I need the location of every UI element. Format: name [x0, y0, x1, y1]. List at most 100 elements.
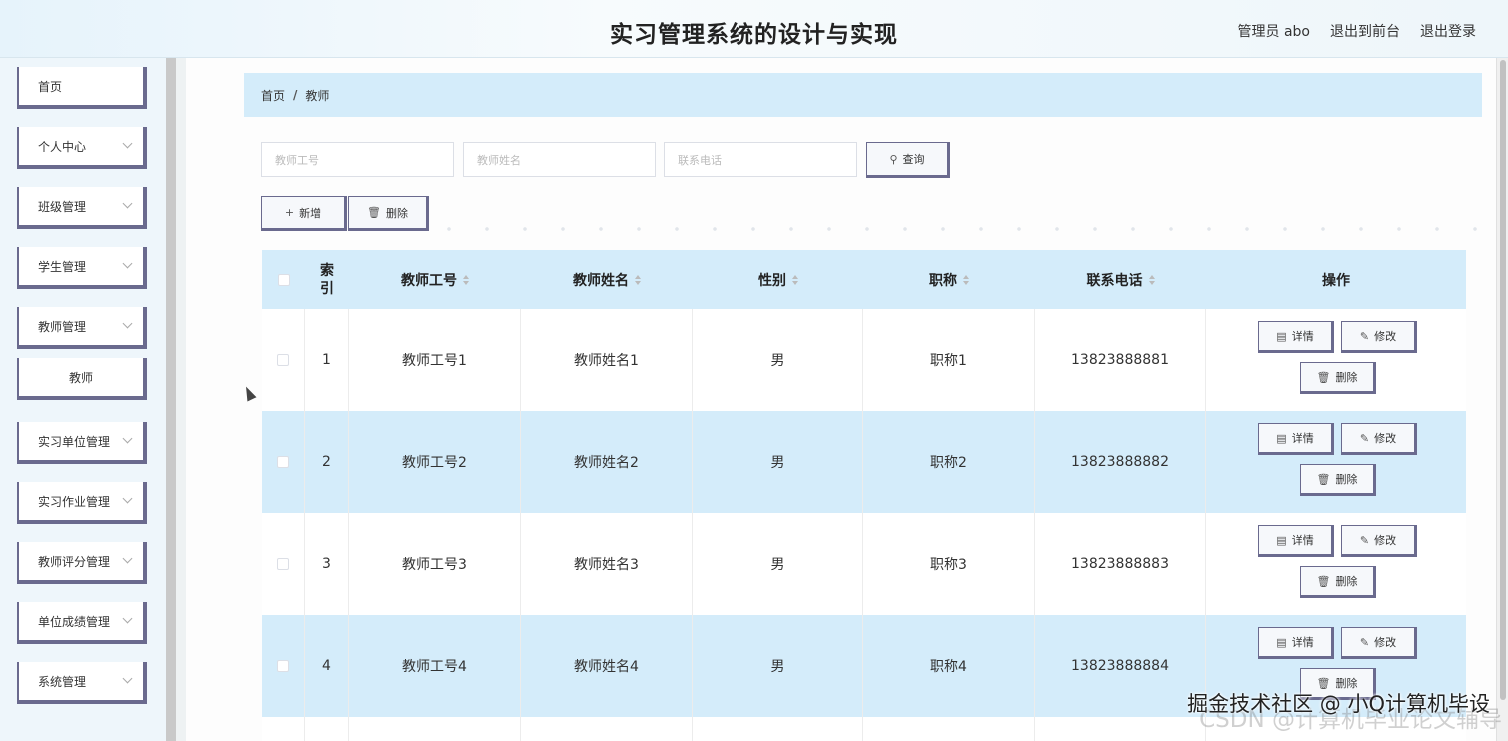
trash-icon: 🗑 — [367, 206, 381, 219]
logout-link[interactable]: 退出登录 — [1420, 21, 1476, 41]
row-phone: 13823888884 — [1035, 615, 1206, 717]
row-checkbox[interactable] — [277, 558, 289, 570]
chevron-down-icon — [122, 258, 133, 269]
row-ops: ▤ 详情 ✎ 修改 🗑 删除 — [1206, 309, 1466, 411]
current-user: 管理员 abo — [1237, 24, 1310, 40]
edit-button[interactable]: ✎ 修改 — [1341, 627, 1417, 659]
row-checkbox[interactable] — [277, 456, 289, 468]
row-check-cell — [262, 615, 305, 717]
chevron-down-icon — [122, 493, 133, 504]
header-sex[interactable]: 性别 — [693, 250, 863, 309]
breadcrumb: 首页 / 教师 — [244, 73, 1482, 117]
back-to-front-link[interactable]: 退出到前台 — [1330, 21, 1400, 41]
breadcrumb-current: 教师 — [305, 88, 330, 103]
row-teacher-name: 教师姓名4 — [521, 615, 693, 717]
sidebar-item-unit-grade-management[interactable]: 单位成绩管理 — [17, 602, 147, 644]
sidebar-item-personal-center[interactable]: 个人中心 — [17, 127, 147, 169]
sort-icon[interactable] — [963, 274, 969, 285]
page-scrollbar[interactable] — [1496, 58, 1508, 741]
teacher-no-search-input[interactable]: 教师工号 — [261, 142, 454, 177]
sidebar-subitem-teacher[interactable]: 教师 — [17, 358, 147, 400]
decorative-dots — [430, 227, 1490, 231]
row-ops: ▤ 详情 ✎ 修改 🗑 删除 — [1206, 513, 1466, 615]
edit-button[interactable]: ✎ 修改 — [1341, 321, 1417, 353]
trash-icon: 🗑 — [1316, 472, 1331, 486]
document-icon: ▤ — [1276, 431, 1287, 445]
chevron-down-icon — [122, 673, 133, 684]
sidebar-item-label: 教师评分管理 — [38, 554, 111, 569]
document-icon: ▤ — [1276, 635, 1287, 649]
row-checkbox[interactable] — [277, 660, 289, 672]
delete-button[interactable]: 🗑 删除 — [1300, 362, 1376, 394]
row-checkbox[interactable] — [277, 354, 289, 366]
header-index-label: 索引 — [320, 262, 334, 297]
detail-label: 详情 — [1291, 534, 1314, 547]
edit-button[interactable]: ✎ 修改 — [1341, 525, 1417, 557]
row-sex: 男 — [693, 309, 863, 411]
document-icon: ▤ — [1276, 533, 1287, 547]
sidebar-item-label: 单位成绩管理 — [38, 614, 111, 629]
sort-icon[interactable] — [1148, 274, 1155, 285]
scrollbar-thumb[interactable] — [1500, 60, 1506, 700]
header-label: 教师工号 — [401, 272, 457, 289]
delete-button[interactable]: 🗑 删除 — [1300, 464, 1376, 496]
add-button[interactable]: + 新增 — [261, 196, 347, 231]
sidebar-item-teacher-score-management[interactable]: 教师评分管理 — [17, 542, 147, 584]
teacher-name-search-input[interactable]: 教师姓名 — [463, 142, 656, 177]
detail-button[interactable]: ▤ 详情 — [1258, 321, 1334, 353]
edit-button[interactable]: ✎ 修改 — [1341, 423, 1417, 455]
header-ops: 操作 — [1206, 250, 1466, 309]
sort-icon[interactable] — [463, 274, 469, 285]
sidebar-item-label: 教师 — [68, 370, 93, 385]
sidebar-item-home[interactable]: 首页 — [17, 67, 147, 109]
phone-search-input[interactable]: 联系电话 — [664, 142, 857, 177]
header-phone[interactable]: 联系电话 — [1035, 250, 1206, 309]
sort-icon[interactable] — [792, 274, 798, 285]
row-title: 职称3 — [863, 513, 1035, 615]
bulk-delete-button[interactable]: 🗑 删除 — [348, 196, 429, 231]
row-teacher-no: 教师工号1 — [349, 309, 521, 411]
delete-label: 删除 — [1335, 575, 1358, 588]
table-row: 2 教师工号2 教师姓名2 男 职称2 13823888882 ▤ 详情 ✎ 修改 … — [262, 411, 1466, 513]
row-check-cell — [262, 513, 305, 615]
delete-label: 删除 — [1335, 473, 1358, 486]
row-title: 职称1 — [863, 309, 1035, 411]
sidebar-item-class-management[interactable]: 班级管理 — [17, 187, 147, 229]
delete-label: 删除 — [1335, 371, 1358, 384]
detail-button[interactable]: ▤ 详情 — [1258, 525, 1334, 557]
sidebar-item-teacher-management[interactable]: 教师管理 — [17, 307, 147, 349]
header-label: 教师姓名 — [573, 272, 629, 289]
row-teacher-name: 教师姓名3 — [521, 513, 693, 615]
query-button[interactable]: ⚲ 查询 — [866, 142, 950, 178]
row-title-cell — [863, 717, 1035, 741]
row-teacher-name-cell — [521, 717, 693, 741]
delete-button[interactable]: 🗑 删除 — [1300, 566, 1376, 598]
edit-label: 修改 — [1374, 534, 1397, 547]
row-check-cell — [262, 717, 305, 741]
query-button-label: 查询 — [902, 153, 925, 166]
pencil-icon: ✎ — [1359, 431, 1370, 445]
header-teacher-name[interactable]: 教师姓名 — [521, 250, 693, 309]
header-label: 联系电话 — [1086, 272, 1143, 289]
select-all-checkbox[interactable] — [277, 273, 290, 286]
row-title: 职称4 — [863, 615, 1035, 717]
row-sex-cell — [693, 717, 863, 741]
sidebar-item-label: 系统管理 — [38, 674, 87, 689]
sidebar-item-system-management[interactable]: 系统管理 — [17, 662, 147, 704]
edit-label: 修改 — [1374, 330, 1397, 343]
header-teacher-no[interactable]: 教师工号 — [349, 250, 521, 309]
sidebar-item-student-management[interactable]: 学生管理 — [17, 247, 147, 289]
add-button-label: 新增 — [299, 206, 322, 220]
sidebar-item-internship-homework-management[interactable]: 实习作业管理 — [17, 482, 147, 524]
header-title[interactable]: 职称 — [863, 250, 1035, 309]
sidebar-item-internship-unit-management[interactable]: 实习单位管理 — [17, 422, 147, 464]
breadcrumb-home[interactable]: 首页 — [261, 87, 285, 104]
row-sex: 男 — [693, 615, 863, 717]
chevron-down-icon — [122, 198, 133, 209]
row-teacher-name: 教师姓名1 — [521, 309, 693, 411]
row-teacher-name: 教师姓名2 — [521, 411, 693, 513]
detail-button[interactable]: ▤ 详情 — [1258, 627, 1334, 659]
sort-icon[interactable] — [635, 274, 641, 285]
detail-button[interactable]: ▤ 详情 — [1258, 423, 1334, 455]
sidebar-item-label: 实习作业管理 — [38, 494, 111, 509]
